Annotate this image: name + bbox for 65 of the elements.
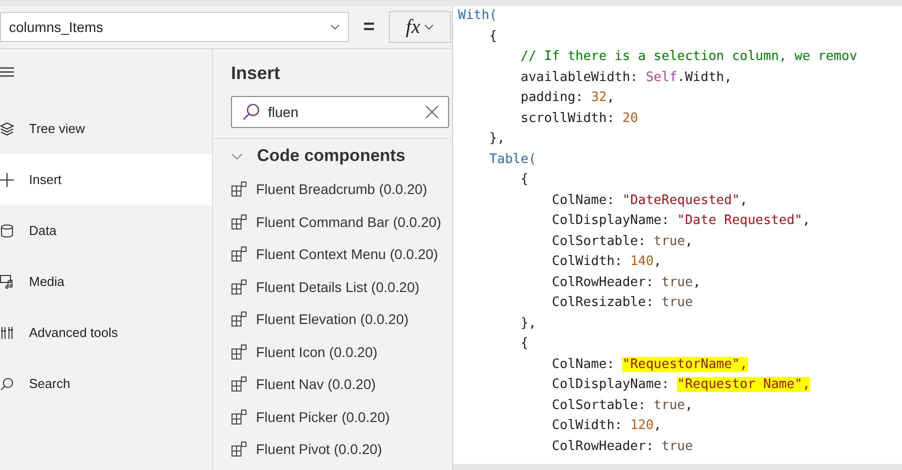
layers-icon [0,122,14,136]
property-dropdown[interactable]: columns_Items [0,12,349,42]
chevron-down-icon [330,24,340,30]
component-icon [231,311,247,328]
component-item[interactable]: Fluent Breadcrumb (0.0.20) [231,173,449,206]
nav-item[interactable]: Data [0,205,212,256]
code-line: padding: 32, [520,89,616,107]
nav-item[interactable]: Insert [0,154,212,205]
code-line: ColDisplayName: "Date Requested", [550,212,812,230]
component-icon [231,408,247,425]
nav-item[interactable]: Media [0,256,212,307]
component-item[interactable]: Fluent Icon (0.0.20) [231,336,449,368]
component-icon [231,214,247,230]
nav-item[interactable]: Tree view [0,103,212,154]
component-item[interactable]: Fluent Command Bar (0.0.20) [231,206,449,238]
code-line: ColName: "RequestorName", [550,356,749,374]
code-line: ColWidth: 120, [550,417,662,435]
code-line: { [488,28,498,46]
equals-sign: = [362,16,376,38]
menu-icon[interactable] [0,67,14,77]
code-line: ColName: "DateRequested", [550,192,749,210]
component-icon [231,441,247,458]
chevron-down-icon [424,24,434,30]
component-icon [231,278,247,295]
tools-icon [0,326,14,340]
code-line: ColWidth: 140, [550,253,662,271]
code-line: ColSortable: true, [550,232,694,250]
code-line: ColRowHeader: true, [550,274,702,292]
code-editor[interactable] [453,6,902,470]
component-item[interactable]: Fluent Details List (0.0.20) [231,270,449,303]
nav-item[interactable]: Search [0,358,212,409]
panel-title: Insert [231,63,282,84]
search-icon [242,103,260,121]
close-icon[interactable] [426,106,438,118]
component-item[interactable]: Fluent Nav (0.0.20) [231,368,449,400]
code-line: }, [520,314,538,332]
code-line: ColRowHeader: true [550,438,694,456]
code-line: With( [458,7,498,25]
plus-icon [0,172,14,186]
code-line: ColResizable: true [550,294,694,312]
code-line: Table( [488,150,538,168]
code-line: { [520,171,530,189]
component-item[interactable]: Fluent Picker (0.0.20) [231,400,449,433]
component-icon [231,376,247,392]
code-line: scrollWidth: 20 [520,110,640,128]
code-line: availableWidth: Self.Width, [520,68,733,86]
code-line: ColSortable: true, [550,396,694,414]
code-line: ColDisplayName: "Requestor Name", [550,376,812,394]
code-line: // If there is a selection column, we remov [520,48,858,66]
nav-item[interactable]: Advanced tools [0,307,212,358]
search-field[interactable]: fluen [231,96,449,128]
section-header[interactable]: Code components [213,138,449,173]
search-icon [0,376,14,390]
database-icon [0,224,14,238]
component-icon [231,181,247,198]
component-item[interactable]: Fluent Context Menu (0.0.20) [231,238,449,270]
code-line: { [520,335,530,353]
component-item[interactable]: Fluent Pivot (0.0.20) [231,433,449,466]
component-icon [231,344,247,360]
property-name: columns_Items [9,19,104,35]
function-button[interactable]: fx [389,11,451,43]
code-line: }, [488,130,506,148]
component-icon [231,246,247,262]
media-icon [0,274,14,288]
component-item[interactable]: Fluent Elevation (0.0.20) [231,303,449,336]
